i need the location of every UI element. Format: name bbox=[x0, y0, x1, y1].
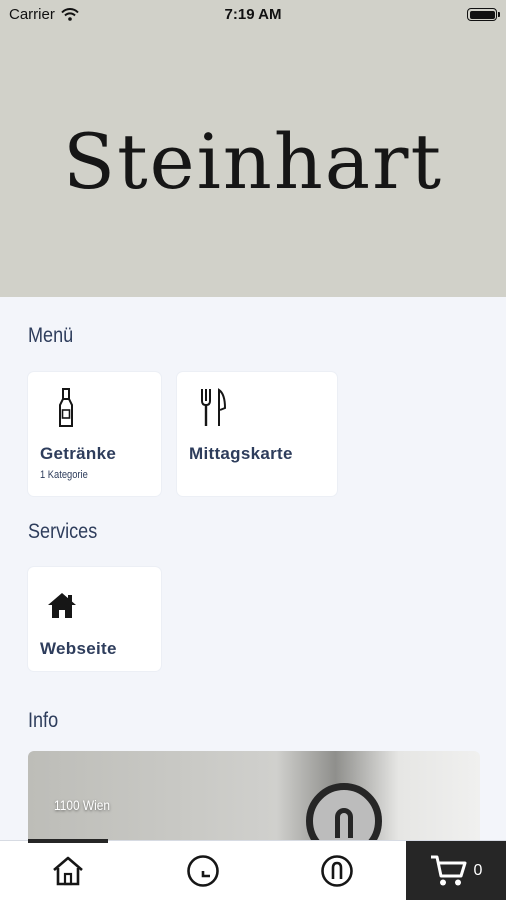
menu-card-label: Mittagskarte bbox=[189, 444, 293, 463]
status-bar: Carrier 7:19 AM bbox=[0, 0, 506, 30]
cart-count-badge: 0 bbox=[473, 862, 483, 879]
cutlery-icon bbox=[201, 388, 227, 426]
service-card-label: Webseite bbox=[40, 639, 117, 658]
menu-card-label: Getränke bbox=[40, 444, 117, 463]
bottle-icon bbox=[59, 388, 73, 427]
tab-home[interactable] bbox=[18, 841, 118, 900]
restaurant-logo: Steinhart bbox=[63, 117, 443, 206]
home-icon bbox=[48, 593, 76, 618]
cart-icon bbox=[430, 855, 467, 886]
menu-section-title: Menü bbox=[28, 324, 74, 347]
tab-opening-hours[interactable] bbox=[153, 841, 253, 900]
tab-profile[interactable] bbox=[287, 841, 387, 900]
user-icon bbox=[321, 855, 353, 887]
cart-button[interactable]: 0 bbox=[406, 841, 506, 900]
menu-card-getraenke[interactable]: Getränke 1 Kategorie bbox=[28, 372, 161, 496]
service-card-webseite[interactable]: Webseite bbox=[28, 567, 161, 671]
menu-card-mittagskarte[interactable]: Mittagskarte bbox=[177, 372, 337, 496]
info-card[interactable]: 1100 Wien bbox=[28, 751, 480, 851]
menu-card-subtitle: 1 Kategorie bbox=[40, 469, 88, 481]
battery-icon bbox=[467, 8, 500, 21]
info-section-title: Info bbox=[28, 709, 59, 732]
hero-banner: Steinhart bbox=[0, 30, 506, 297]
home-icon bbox=[53, 856, 83, 886]
services-section-title: Services bbox=[28, 520, 98, 543]
info-address: 1100 Wien bbox=[54, 797, 111, 813]
tab-bar: 0 bbox=[0, 839, 506, 900]
status-time: 7:19 AM bbox=[224, 6, 282, 23]
clock-icon bbox=[187, 855, 219, 887]
